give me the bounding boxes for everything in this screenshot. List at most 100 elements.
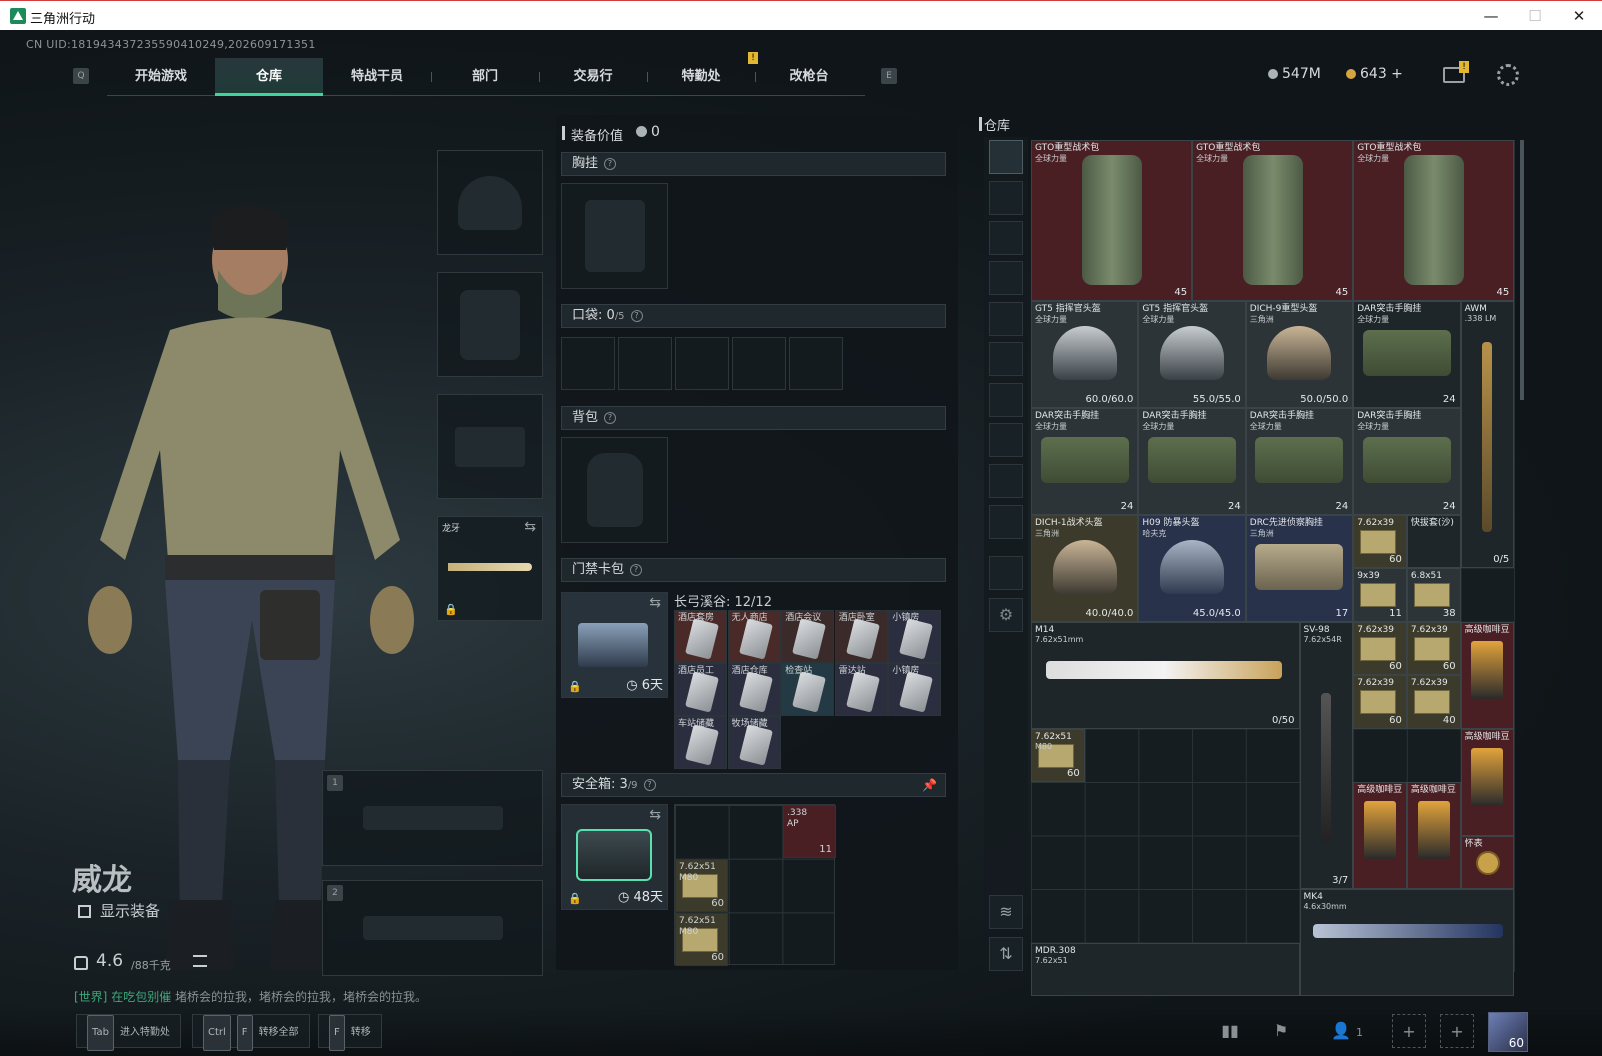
keycard-item[interactable]: 酒店套房: [674, 610, 727, 663]
helmet-slot[interactable]: [437, 150, 543, 255]
help-icon[interactable]: ?: [630, 310, 643, 322]
warehouse-item[interactable]: 7.62x39 60: [1406, 621, 1461, 675]
pocket-slot[interactable]: [561, 337, 615, 390]
warehouse-item[interactable]: 9x39 11: [1353, 568, 1407, 622]
warehouse-scrollbar[interactable]: [1520, 140, 1524, 400]
keycard-item[interactable]: 雷达站: [834, 663, 888, 716]
warehouse-item[interactable]: 怀表: [1460, 835, 1515, 889]
tab-special-ops[interactable]: 特勤处: [647, 58, 755, 96]
warehouse-item[interactable]: DAR突击手胸挂 全球力量 24: [1031, 407, 1139, 515]
tab-gunsmith[interactable]: 改枪台: [755, 58, 863, 96]
warehouse-item[interactable]: DAR突击手胸挂 全球力量 24: [1353, 407, 1461, 515]
warehouse-item[interactable]: 7.62x51 M80 60: [1031, 728, 1085, 782]
keycard-case-slot[interactable]: ⇆ 🔒 ◷ 6天: [561, 592, 668, 698]
armor-slot[interactable]: [437, 272, 543, 377]
swap-icon[interactable]: ⇆: [649, 595, 661, 611]
pocket-slot[interactable]: [732, 337, 786, 390]
help-icon[interactable]: ?: [643, 779, 656, 791]
warehouse-page-icon[interactable]: [989, 221, 1023, 255]
keycard-item[interactable]: 酒店员工: [674, 663, 727, 716]
warehouse-item[interactable]: GTO重型战术包 全球力量 45: [1353, 140, 1515, 301]
warehouse-item[interactable]: GTO重型战术包 全球力量 45: [1192, 140, 1354, 301]
gold-currency[interactable]: 643 +: [1346, 66, 1403, 82]
warehouse-item[interactable]: 7.62x39 60: [1353, 675, 1407, 729]
warehouse-item[interactable]: 高级咖啡豆: [1406, 782, 1461, 889]
nav-key-right[interactable]: E: [881, 68, 897, 84]
warehouse-item[interactable]: DAR突击手胸挂 全球力量 24: [1138, 407, 1246, 515]
warehouse-item[interactable]: 高级咖啡豆: [1460, 621, 1515, 729]
warehouse-item[interactable]: DAR突击手胸挂 全球力量 24: [1353, 300, 1461, 408]
melee-slot[interactable]: 龙牙 ⇆ 🔒: [437, 516, 543, 621]
tab-start-game[interactable]: 开始游戏: [107, 58, 215, 96]
flag-icon[interactable]: ⚑: [1264, 1014, 1298, 1048]
maximize-button[interactable]: ☐: [1518, 6, 1552, 26]
add-teammate-button[interactable]: +: [1392, 1014, 1426, 1048]
keycard-item[interactable]: 酒店仓库: [727, 663, 781, 716]
help-icon[interactable]: ?: [630, 564, 643, 576]
warehouse-page-icon[interactable]: [989, 342, 1023, 376]
show-equipment-label[interactable]: 显示装备: [100, 900, 160, 921]
minimize-button[interactable]: —: [1474, 6, 1508, 26]
warehouse-page-icon[interactable]: [989, 423, 1023, 457]
keycard-item[interactable]: 小镇房: [888, 663, 942, 716]
safebox-item[interactable]: 7.62x51 M80 60: [675, 913, 728, 966]
warehouse-settings-icon[interactable]: ⚙: [989, 598, 1023, 632]
pocket-slot[interactable]: [675, 337, 729, 390]
warehouse-item[interactable]: GT5 指挥官头盔 全球力量 60.0/60.0: [1031, 300, 1139, 408]
transfer-button[interactable]: F 转移: [318, 1014, 382, 1051]
help-icon[interactable]: ?: [604, 158, 617, 170]
warehouse-item[interactable]: AWM .338 LM 0/5: [1460, 300, 1515, 568]
warehouse-item[interactable]: 7.62x39 60: [1353, 621, 1407, 675]
warehouse-item[interactable]: MK4 4.6x30mm: [1299, 889, 1515, 996]
warehouse-item[interactable]: GTO重型战术包 全球力量 45: [1031, 140, 1193, 301]
safebox-item[interactable]: .338 AP 11: [783, 805, 836, 858]
warehouse-item[interactable]: DAR突击手胸挂 全球力量 24: [1245, 407, 1354, 515]
warehouse-item[interactable]: 高级咖啡豆: [1353, 782, 1407, 889]
warehouse-item[interactable]: DICH-9重型头盔 三角洲 50.0/50.0: [1245, 300, 1354, 408]
warehouse-page-icon[interactable]: [989, 505, 1023, 539]
warehouse-item[interactable]: 7.62x39 60: [1353, 514, 1407, 568]
warehouse-page-icon[interactable]: [989, 302, 1023, 336]
add-teammate-button[interactable]: +: [1440, 1014, 1474, 1048]
warehouse-home-icon[interactable]: [989, 140, 1023, 174]
warehouse-item[interactable]: SV-98 7.62x54R 3/7: [1299, 621, 1354, 889]
keycard-item[interactable]: 无人商店: [727, 610, 781, 663]
warehouse-item[interactable]: DICH-1战术头盔 三角洲 40.0/40.0: [1031, 514, 1139, 622]
sort-icon[interactable]: ⇅: [989, 937, 1023, 971]
warehouse-item[interactable]: 6.8x51 38: [1406, 568, 1461, 622]
list-icon[interactable]: [193, 955, 207, 967]
avatar[interactable]: 60: [1488, 1012, 1528, 1052]
chest-rig-slot[interactable]: [561, 183, 668, 289]
pocket-slot[interactable]: [789, 337, 843, 390]
warehouse-item[interactable]: MDR.308 7.62x51: [1031, 942, 1300, 996]
close-button[interactable]: ✕: [1562, 6, 1596, 26]
show-equipment-checkbox[interactable]: [78, 905, 91, 918]
layers-icon[interactable]: ≋: [989, 895, 1023, 929]
keycard-item[interactable]: 牧场储藏: [727, 716, 781, 769]
team-icon[interactable]: 👤 1: [1322, 1014, 1372, 1048]
backpack-slot[interactable]: [561, 437, 668, 543]
transfer-all-button[interactable]: Ctrl F 转移全部: [192, 1014, 310, 1051]
enter-special-ops-button[interactable]: Tab 进入特勤处: [76, 1014, 181, 1051]
warehouse-page-icon[interactable]: [989, 261, 1023, 295]
tab-department[interactable]: 部门: [431, 58, 539, 96]
warehouse-item[interactable]: 高级咖啡豆: [1460, 728, 1515, 836]
warehouse-page-icon[interactable]: [989, 181, 1023, 215]
warehouse-item[interactable]: H09 防暴头盔 哈夫克 45.0/45.0: [1138, 514, 1246, 622]
chat-line[interactable]: [世界] 在吃包别催 堵桥会的拉我，堵桥会的拉我，堵桥会的拉我。: [74, 988, 427, 1005]
nav-key-left[interactable]: Q: [73, 68, 89, 84]
swap-icon[interactable]: ⇆: [524, 519, 536, 535]
keycard-item[interactable]: 酒店卧室: [834, 610, 888, 663]
sidearm-slot[interactable]: [437, 394, 543, 499]
warehouse-page-icon[interactable]: [989, 556, 1023, 590]
keycard-item[interactable]: 检查站: [781, 663, 835, 716]
stats-icon[interactable]: ▮▮: [1213, 1014, 1247, 1048]
tab-market[interactable]: 交易行: [539, 58, 647, 96]
pocket-slot[interactable]: [618, 337, 672, 390]
gear-icon[interactable]: [1497, 64, 1519, 86]
pin-icon[interactable]: 📌: [922, 774, 937, 796]
swap-icon[interactable]: ⇆: [649, 807, 661, 823]
keycard-item[interactable]: 车站储藏: [674, 716, 727, 769]
keycard-item[interactable]: 小镇房: [888, 610, 942, 663]
safebox-item[interactable]: 7.62x51 M80 60: [675, 859, 728, 912]
